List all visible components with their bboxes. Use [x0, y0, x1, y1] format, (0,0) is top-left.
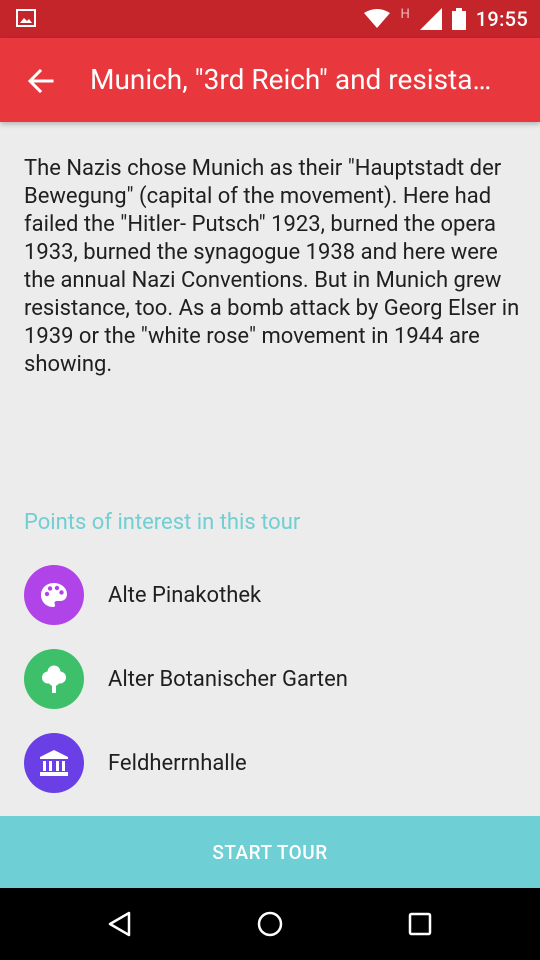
museum-icon [24, 733, 84, 793]
status-bar: H 19:55 [0, 0, 540, 38]
tree-icon [24, 649, 84, 709]
poi-label: Feldherrnhalle [108, 750, 247, 776]
poi-item-alter-botanischer-garten[interactable]: Alter Botanischer Garten [24, 648, 524, 710]
page-title: Munich, "3rd Reich" and resista… [90, 63, 492, 96]
back-triangle-icon[interactable] [106, 910, 134, 938]
status-time: 19:55 [475, 7, 528, 31]
poi-label: Alte Pinakothek [108, 582, 262, 608]
start-tour-button[interactable]: START TOUR [0, 816, 540, 888]
battery-icon [451, 8, 466, 30]
signal-icon [419, 8, 442, 30]
poi-item-feldherrnhalle[interactable]: Feldherrnhalle [24, 732, 524, 794]
system-nav-bar [0, 888, 540, 960]
app-toolbar: Munich, "3rd Reich" and resista… [0, 38, 540, 122]
poi-section-title: Points of interest in this tour [24, 510, 301, 535]
palette-icon [24, 565, 84, 625]
network-type-label: H [400, 6, 410, 22]
recents-square-icon[interactable] [406, 910, 434, 938]
image-notification-icon [16, 9, 36, 27]
home-circle-icon[interactable] [256, 910, 284, 938]
arrow-left-icon[interactable] [26, 66, 56, 96]
wifi-icon [364, 9, 391, 28]
poi-item-alte-pinakothek[interactable]: Alte Pinakothek [24, 564, 524, 626]
tour-description: The Nazis chose Munich as their "Hauptst… [24, 156, 520, 377]
poi-label: Alter Botanischer Garten [108, 666, 348, 692]
